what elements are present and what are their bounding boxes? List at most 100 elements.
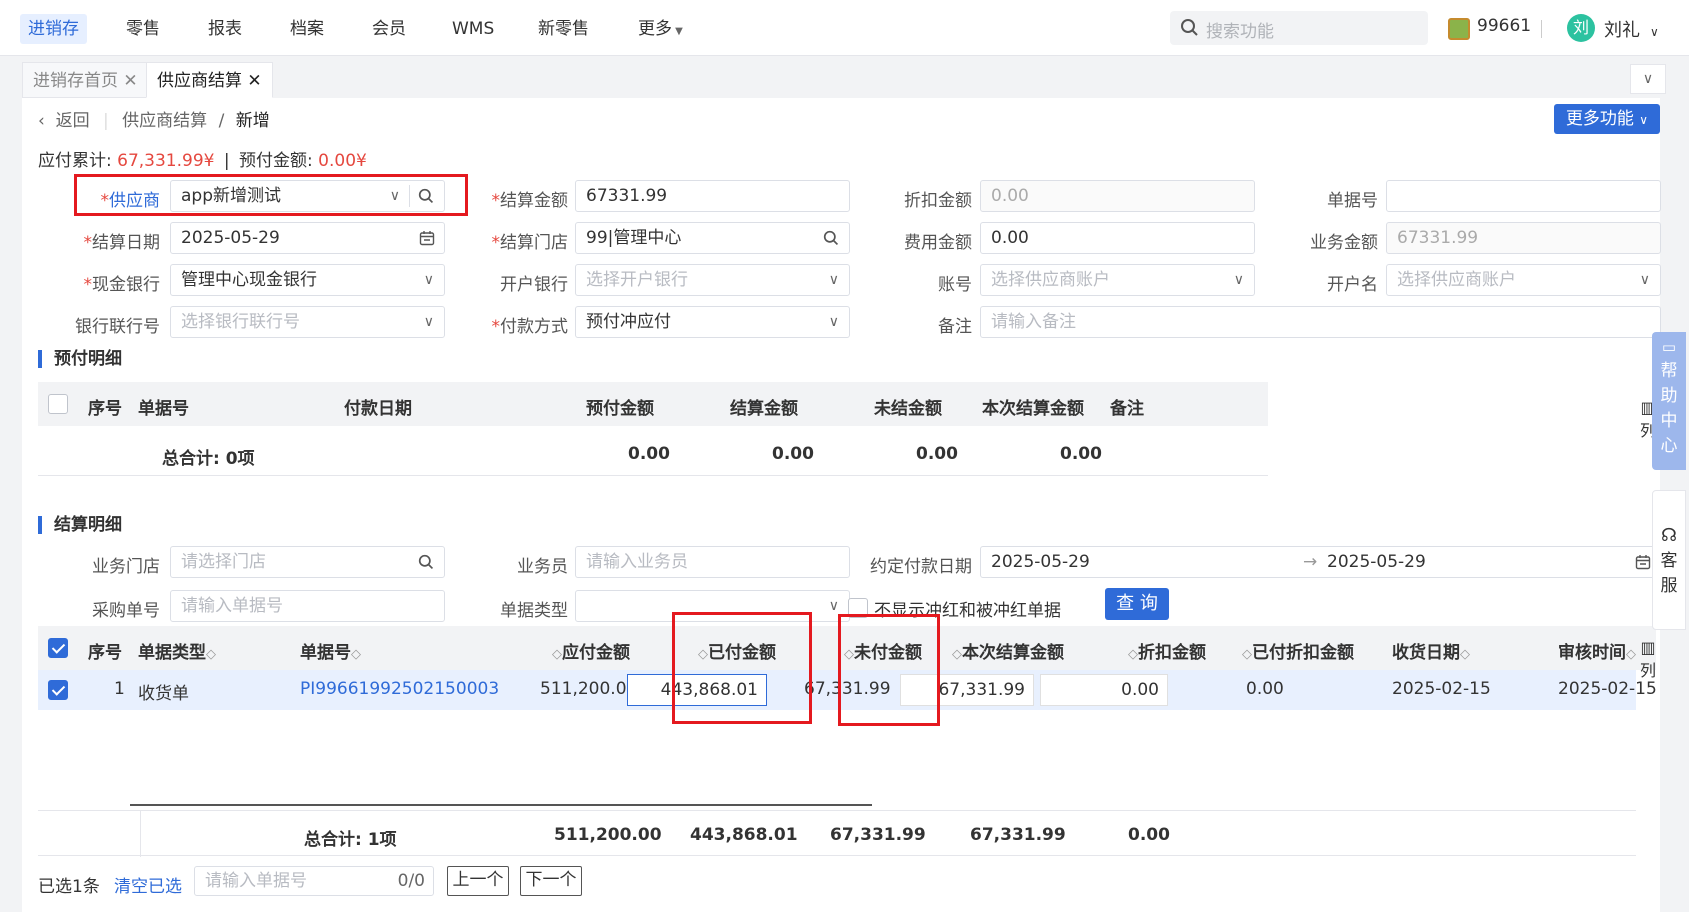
pay-method-select[interactable]: 预付冲应付 ∨: [575, 306, 850, 338]
breadcrumb-parent[interactable]: 供应商结算: [122, 111, 207, 131]
chevron-down-icon: ∨: [1639, 272, 1650, 288]
salesman-input[interactable]: 请输入业务员: [575, 546, 850, 578]
col-discount[interactable]: ◇折扣金额: [1128, 638, 1206, 663]
page-tabs: 进销存首页 ✕ 供应商结算 ✕ ∨: [22, 60, 1678, 98]
table-row[interactable]: 1 收货单 PI99661992502150003 511,200.00 443…: [38, 670, 1657, 710]
nav-retail[interactable]: 零售: [118, 14, 168, 44]
chevron-down-icon: ∨: [423, 314, 434, 330]
prepay-total-settle: 0.00: [772, 444, 814, 464]
biz-store-label: 业务门店: [92, 557, 160, 577]
chevron-left-icon: ‹: [38, 111, 45, 131]
nav-wms[interactable]: WMS: [444, 14, 502, 44]
nav-new-retail[interactable]: 新零售: [530, 14, 597, 44]
footer-doc-search[interactable]: 请输入单据号 0/0: [194, 866, 434, 896]
row-doc-no-link[interactable]: PI99661992502150003: [300, 679, 499, 699]
col-this-settle[interactable]: ◇本次结算金额: [952, 638, 1064, 663]
username[interactable]: 刘礼 ∨: [1604, 16, 1659, 42]
doc-no-input[interactable]: [1386, 180, 1661, 212]
bank-code-select[interactable]: 选择银行联行号 ∨: [170, 306, 445, 338]
prepay-total-unsettled: 0.00: [916, 444, 958, 464]
nav-more[interactable]: 更多 ▼: [630, 14, 691, 44]
highlight-supplier: [74, 174, 468, 216]
nav-reports[interactable]: 报表: [200, 14, 250, 44]
help-center-button[interactable]: ▭ 帮 助 中 心: [1652, 332, 1686, 470]
highlight-unpaid-column: [838, 614, 940, 726]
close-icon[interactable]: ✕: [247, 71, 261, 91]
clear-selection-link[interactable]: 清空已选: [114, 872, 182, 897]
chevron-down-icon[interactable]: ∨: [1630, 64, 1666, 94]
more-functions-button[interactable]: 更多功能 ∨: [1554, 104, 1660, 134]
settle-amount-input[interactable]: 67331.99: [575, 180, 850, 212]
settle-total-this: 67,331.99: [970, 825, 1066, 845]
due-date-label: 约定付款日期: [870, 557, 972, 577]
horizontal-scrollbar[interactable]: [130, 804, 872, 806]
settle-store-label: *结算门店: [491, 233, 569, 253]
prepay-total-row: 总合计: 0项 0.00 0.00 0.00 0.00: [38, 432, 1268, 476]
nav-archive[interactable]: 档案: [282, 14, 332, 44]
payable-total: 67,331.99¥: [117, 151, 215, 171]
search-icon[interactable]: [823, 230, 840, 247]
fee-input[interactable]: 0.00: [980, 222, 1255, 254]
back-link[interactable]: ‹ 返回: [38, 111, 90, 131]
col-paid-discount[interactable]: ◇已付折扣金额: [1242, 638, 1354, 663]
pay-method-label: *付款方式: [491, 317, 569, 337]
discount-input[interactable]: 0.00: [980, 180, 1255, 212]
settle-total-discount: 0.00: [1128, 825, 1170, 845]
remark-input[interactable]: 请输入备注: [980, 306, 1661, 338]
close-icon[interactable]: ✕: [123, 71, 137, 91]
col-doc-no: 单据号: [138, 399, 189, 419]
top-navigation-bar: 进销存 零售 报表 档案 会员 WMS 新零售 更多 ▼ 搜索功能 99661 …: [0, 0, 1689, 56]
cash-bank-select[interactable]: 管理中心现金银行 ∨: [170, 264, 445, 296]
avatar[interactable]: 刘: [1567, 14, 1595, 42]
col-audit-time[interactable]: 审核时间◇: [1558, 638, 1636, 663]
settle-total-unpaid: 67,331.99: [830, 825, 926, 845]
settle-date-input[interactable]: 2025-05-29: [170, 222, 445, 254]
biz-amount-label: 业务金额: [1310, 233, 1378, 253]
col-doc-no[interactable]: 单据号◇: [300, 638, 361, 663]
remark-label: 备注: [938, 317, 972, 337]
search-icon[interactable]: [418, 554, 435, 571]
nav-member[interactable]: 会员: [364, 14, 414, 44]
row-index: 1: [114, 679, 125, 699]
tab-inventory-home[interactable]: 进销存首页 ✕: [22, 62, 149, 98]
nav-inventory[interactable]: 进销存: [20, 14, 87, 44]
settle-total-row: 总合计: 1项 511,200.00 443,868.01 67,331.99 …: [38, 810, 1636, 857]
prepay-table-header: 序号 单据号 付款日期 预付金额 结算金额 未结金额 本次结算金额 备注: [38, 382, 1268, 426]
biz-amount-input: 67331.99: [1386, 222, 1661, 254]
customer-service-button[interactable]: ☊ 客 服: [1652, 490, 1686, 630]
row-checkbox[interactable]: [48, 680, 68, 700]
tab-supplier-settlement[interactable]: 供应商结算 ✕: [146, 62, 273, 98]
prepay-total-prepay: 0.00: [628, 444, 670, 464]
account-select[interactable]: 选择供应商账户 ∨: [980, 264, 1255, 296]
prepaid-total: 0.00¥: [318, 151, 367, 171]
row-discount-input[interactable]: 0.00: [1040, 674, 1168, 706]
search-icon: [1181, 19, 1198, 36]
biz-store-input[interactable]: 请选择门店: [170, 546, 445, 578]
open-bank-label: 开户银行: [500, 275, 568, 295]
divider: [1541, 20, 1542, 38]
purchase-no-input[interactable]: 请输入单据号: [170, 590, 445, 622]
col-doc-type[interactable]: 单据类型◇: [138, 638, 216, 663]
coin-icon: [1448, 18, 1470, 40]
col-payable[interactable]: ◇应付金额: [552, 638, 630, 663]
purchase-no-label: 采购单号: [92, 601, 160, 621]
breadcrumb: ‹ 返回 | 供应商结算 / 新增: [38, 111, 270, 131]
next-button[interactable]: 下一个: [520, 866, 582, 896]
headset-icon: ☊: [1661, 525, 1677, 546]
due-date-range[interactable]: 2025-05-29 → 2025-05-29: [980, 546, 1661, 578]
select-all-checkbox[interactable]: [48, 638, 68, 658]
column-settings-toggle[interactable]: ▥ 列: [1638, 638, 1658, 681]
settle-store-input[interactable]: 99|管理中心: [575, 222, 850, 254]
calendar-icon: [1635, 555, 1651, 570]
chevron-down-icon: ∨: [423, 272, 434, 288]
prev-button[interactable]: 上一个: [447, 866, 509, 896]
select-all-checkbox[interactable]: [48, 394, 68, 414]
account-name-select[interactable]: 选择供应商账户 ∨: [1386, 264, 1661, 296]
col-receive-date[interactable]: 收货日期◇: [1392, 638, 1470, 663]
function-search[interactable]: 搜索功能: [1170, 11, 1428, 45]
col-this-settle: 本次结算金额: [982, 399, 1084, 419]
query-button[interactable]: 查 询: [1105, 588, 1169, 620]
open-bank-select[interactable]: 选择开户银行 ∨: [575, 264, 850, 296]
col-prepay-amount: 预付金额: [586, 399, 654, 419]
chevron-down-icon: ∨: [828, 314, 839, 330]
